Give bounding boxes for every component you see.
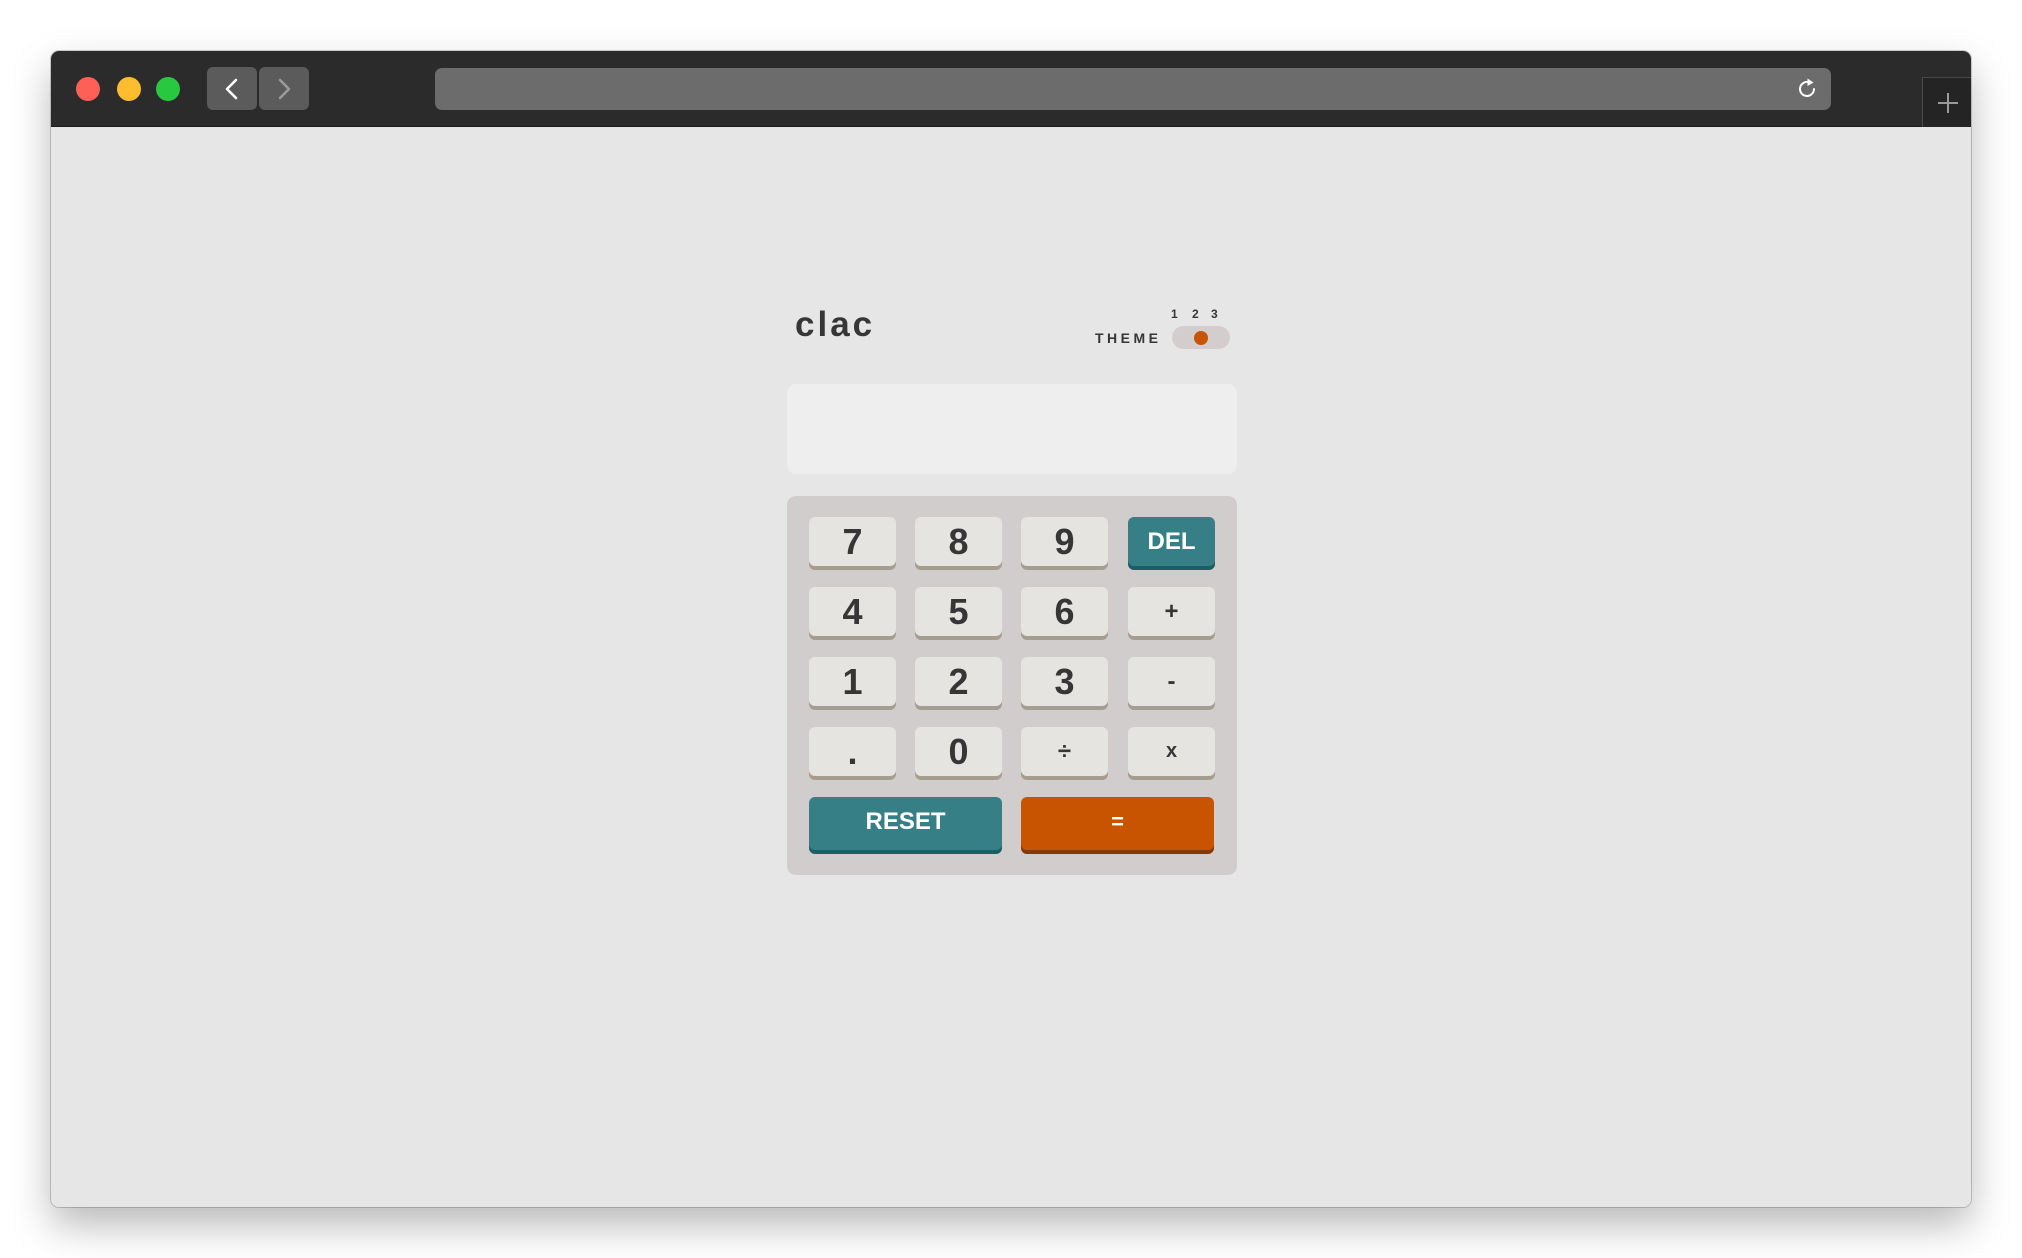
theme-option-1[interactable]: 1 <box>1171 307 1178 321</box>
key-1[interactable]: 1 <box>809 657 896 706</box>
back-button[interactable] <box>207 67 257 110</box>
equals-button[interactable]: = <box>1021 797 1214 850</box>
reload-icon[interactable] <box>1795 77 1819 101</box>
multiply-button[interactable]: x <box>1128 727 1215 776</box>
theme-option-3[interactable]: 3 <box>1211 307 1218 321</box>
chevron-right-icon <box>278 78 291 100</box>
add-button[interactable]: + <box>1128 587 1215 636</box>
delete-button[interactable]: DEL <box>1128 517 1215 566</box>
maximize-window-button[interactable] <box>156 77 180 101</box>
key-6[interactable]: 6 <box>1021 587 1108 636</box>
theme-toggle[interactable] <box>1172 326 1230 349</box>
divide-button[interactable]: ÷ <box>1021 727 1108 776</box>
browser-titlebar <box>51 51 1971 127</box>
new-tab-button[interactable] <box>1922 77 1971 127</box>
minimize-window-button[interactable] <box>117 77 141 101</box>
keypad: 7 8 9 DEL 4 5 6 + 1 2 3 - . 0 ÷ x RESET … <box>787 496 1237 875</box>
address-bar[interactable] <box>435 68 1831 110</box>
key-5[interactable]: 5 <box>915 587 1002 636</box>
key-8[interactable]: 8 <box>915 517 1002 566</box>
decimal-button[interactable]: . <box>809 727 896 776</box>
theme-label: THEME <box>1095 330 1162 346</box>
theme-options: 1 2 3 <box>1171 307 1231 323</box>
reset-button[interactable]: RESET <box>809 797 1002 850</box>
subtract-button[interactable]: - <box>1128 657 1215 706</box>
forward-button[interactable] <box>259 67 309 110</box>
chevron-left-icon <box>225 78 238 100</box>
key-2[interactable]: 2 <box>915 657 1002 706</box>
plus-icon <box>1938 93 1958 113</box>
page-content: clac THEME 1 2 3 7 8 9 DEL 4 5 6 + 1 2 3… <box>51 127 1971 1207</box>
key-9[interactable]: 9 <box>1021 517 1108 566</box>
app-logo: clac <box>795 305 876 344</box>
theme-option-2[interactable]: 2 <box>1192 307 1199 321</box>
calculator-display <box>787 384 1237 474</box>
key-3[interactable]: 3 <box>1021 657 1108 706</box>
key-7[interactable]: 7 <box>809 517 896 566</box>
close-window-button[interactable] <box>76 77 100 101</box>
key-4[interactable]: 4 <box>809 587 896 636</box>
theme-toggle-knob[interactable] <box>1194 331 1208 345</box>
browser-window: clac THEME 1 2 3 7 8 9 DEL 4 5 6 + 1 2 3… <box>51 51 1971 1207</box>
key-0[interactable]: 0 <box>915 727 1002 776</box>
